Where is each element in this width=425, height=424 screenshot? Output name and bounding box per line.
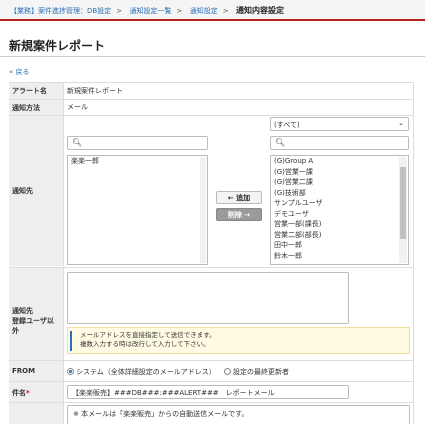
chevron-down-icon: ⌄ (398, 119, 404, 127)
add-button[interactable]: ← 追加 (216, 191, 262, 204)
list-item[interactable]: 営業一部(課長) (271, 219, 408, 230)
list-item[interactable]: サンプルユーザ (271, 198, 408, 209)
alert-name-value: 新規案件レポート (67, 87, 123, 95)
body-textarea[interactable]: ※ 本メールは「楽楽販売」からの自動送信メールです。 (67, 405, 410, 424)
breadcrumb-current: 通知内容設定 (236, 6, 284, 15)
breadcrumb-link-db[interactable]: 【業務】案件進捗管理：DB設定 (10, 7, 111, 15)
list-item[interactable]: (G)営業一課 (271, 167, 408, 178)
from-label: FROM (9, 361, 64, 381)
back-link[interactable]: « 戻る (9, 67, 30, 77)
from-options: システム（全体詳細設定のメールアドレス） 設定の最終更新者 (67, 367, 289, 377)
search-icon: 🔍︎ (72, 138, 83, 147)
other-recipients-textarea[interactable] (67, 272, 349, 324)
from-updater-radio[interactable]: 設定の最終更新者 (224, 368, 289, 376)
list-item[interactable]: (G)技術部 (271, 188, 408, 199)
other-recipients-label: 通知先 登録ユーザ以外 (9, 268, 64, 360)
dest-label: 通知先 (9, 116, 64, 266)
list-item[interactable]: (G)Group A (271, 156, 408, 167)
left-search-input[interactable]: 🔍︎ (67, 136, 208, 150)
available-users-list[interactable]: (G)Group A (G)営業一課 (G)営業二課 (G)技術部 サンプルユー… (270, 155, 409, 265)
body-label (9, 403, 64, 424)
list-item[interactable]: 鈴木一郎 (271, 251, 408, 262)
group-filter-select[interactable]: (すべて) ⌄ (270, 117, 409, 131)
list-item[interactable]: 楽楽一郎 (68, 156, 207, 167)
remove-button[interactable]: 削除 → (216, 208, 262, 221)
list-scrollbar[interactable] (399, 157, 407, 263)
search-icon: 🔍︎ (275, 138, 286, 147)
subject-label: 件名* (9, 382, 64, 402)
page-title: 新規案件レポート (9, 39, 106, 53)
breadcrumb-link-settings[interactable]: 通知設定 (190, 7, 218, 15)
list-item[interactable]: デモユーザ (271, 209, 408, 220)
method-value: メール (67, 103, 88, 111)
list-item[interactable]: (G)営業二課 (271, 177, 408, 188)
selected-recipients-list[interactable]: 楽楽一郎 (67, 155, 208, 265)
list-item[interactable]: 田中一郎 (271, 240, 408, 251)
from-system-radio[interactable]: システム（全体詳細設定のメールアドレス） (67, 368, 216, 376)
breadcrumb-link-list[interactable]: 通知設定一覧 (129, 7, 171, 15)
alert-name-label: アラート名 (9, 83, 64, 99)
info-note: メールアドレスを直接指定して送信できます。 複数入力する時は改行して入力して下さい… (67, 327, 410, 354)
title-divider (0, 56, 425, 57)
breadcrumb: 【業務】案件進捗管理：DB設定 > 通知設定一覧 > 通知設定 > 通知内容設定 (0, 0, 425, 21)
list-item[interactable]: 営業二部(部長) (271, 230, 408, 241)
subject-input[interactable]: 【楽楽販売】###DB###:###ALERT### レポートメール (67, 385, 349, 399)
right-search-input[interactable]: 🔍︎ (270, 136, 409, 150)
method-label: 通知方法 (9, 100, 64, 115)
